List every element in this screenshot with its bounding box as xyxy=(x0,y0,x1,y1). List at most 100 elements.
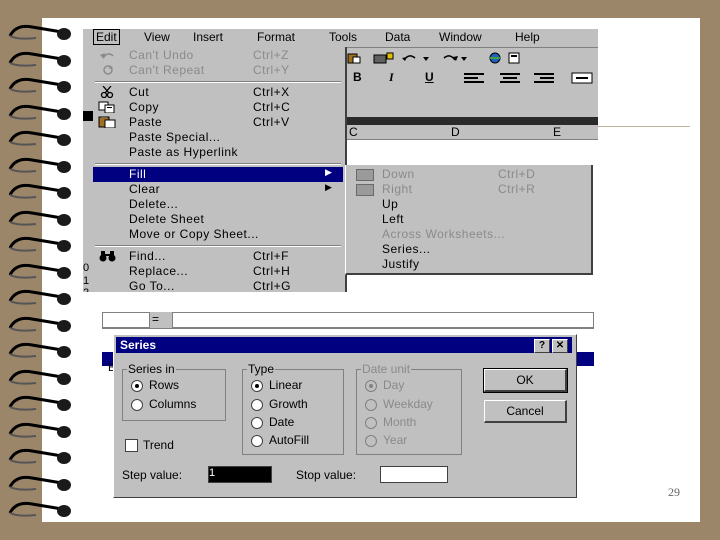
menu-item-delete[interactable]: Delete... xyxy=(93,197,343,212)
radio-label: AutoFill xyxy=(269,433,310,447)
copy-icon xyxy=(98,101,115,113)
formula-input[interactable] xyxy=(172,312,594,328)
binding-ring xyxy=(8,236,71,252)
paste-icon[interactable] xyxy=(347,52,361,64)
menu-item-label: Across Worksheets... xyxy=(382,227,506,241)
merge-center-icon[interactable] xyxy=(571,72,593,84)
cancel-button[interactable]: Cancel xyxy=(484,400,567,423)
menu-item-cut[interactable]: Cut Ctrl+X xyxy=(93,85,343,100)
radio-dot xyxy=(251,417,263,429)
standard-toolbar xyxy=(345,48,598,68)
group-label: Date unit xyxy=(361,362,412,376)
menu-item-fill[interactable]: Fill ▶ xyxy=(93,167,343,182)
hyperlink-icon[interactable] xyxy=(487,52,503,64)
excel-edit-menu-screenshot: Edit View Insert Format Tools Data Windo… xyxy=(83,29,598,292)
name-box[interactable] xyxy=(102,312,150,328)
menu-item-undo[interactable]: Can't Undo Ctrl+Z xyxy=(93,48,343,63)
binding-ring xyxy=(8,130,71,146)
menu-help[interactable]: Help xyxy=(515,30,540,44)
menu-insert[interactable]: Insert xyxy=(193,30,223,44)
menu-item-label: Justify xyxy=(382,257,420,271)
binding-ring xyxy=(8,448,71,464)
menu-item-move-copy-sheet[interactable]: Move or Copy Sheet... xyxy=(93,227,343,242)
submenu-item-up[interactable]: Up xyxy=(346,197,590,212)
formatting-toolbar: B I U xyxy=(345,68,598,88)
menu-edit[interactable]: Edit xyxy=(93,29,120,45)
format-painter-icon[interactable] xyxy=(373,52,395,64)
submenu-item-down[interactable]: Down Ctrl+D xyxy=(346,167,590,182)
close-button[interactable]: ✕ xyxy=(552,339,568,353)
column-header-d[interactable]: D xyxy=(451,125,460,139)
ok-button[interactable]: OK xyxy=(483,368,568,393)
radio-dot xyxy=(131,399,143,411)
menu-view[interactable]: View xyxy=(144,30,170,44)
column-header-e[interactable]: E xyxy=(553,125,561,139)
undo-icon[interactable] xyxy=(401,52,431,64)
binding-ring xyxy=(8,51,71,67)
bold-button[interactable]: B xyxy=(353,70,362,84)
submenu-item-across-worksheets[interactable]: Across Worksheets... xyxy=(346,227,590,242)
binding-ring xyxy=(8,263,71,279)
binding-ring xyxy=(8,316,71,332)
binding-ring xyxy=(8,157,71,173)
menu-item-shortcut: Ctrl+R xyxy=(498,182,536,196)
menu-format[interactable]: Format xyxy=(257,30,295,44)
menubar: Edit View Insert Format Tools Data Windo… xyxy=(83,29,598,48)
menu-tools[interactable]: Tools xyxy=(329,30,357,44)
binding-ring xyxy=(8,475,71,491)
menu-item-shortcut: Ctrl+X xyxy=(253,85,290,99)
menu-item-label: Go To... xyxy=(129,279,175,292)
trend-checkbox[interactable] xyxy=(125,439,138,452)
submenu-item-justify[interactable]: Justify xyxy=(346,257,590,272)
menu-item-paste-special[interactable]: Paste Special... xyxy=(93,130,343,145)
menu-data[interactable]: Data xyxy=(385,30,410,44)
submenu-item-series[interactable]: Series... xyxy=(346,242,590,257)
radio-label: Growth xyxy=(269,397,308,411)
binding-ring xyxy=(8,342,71,358)
align-left-icon[interactable] xyxy=(463,72,485,84)
menu-item-paste-hyperlink[interactable]: Paste as Hyperlink xyxy=(93,145,343,160)
menu-separator xyxy=(95,81,341,83)
row-label: 2 xyxy=(83,287,89,292)
menu-item-copy[interactable]: Copy Ctrl+C xyxy=(93,100,343,115)
italic-button[interactable]: I xyxy=(389,70,394,85)
submenu-item-right[interactable]: Right Ctrl+R xyxy=(346,182,590,197)
menu-item-label: Delete Sheet xyxy=(129,212,205,226)
align-right-icon[interactable] xyxy=(533,72,555,84)
align-center-icon[interactable] xyxy=(499,72,521,84)
menu-item-replace[interactable]: Replace... Ctrl+H xyxy=(93,264,343,279)
date-unit-group: Date unit Day Weekday Month Year xyxy=(356,362,462,455)
menu-item-shortcut: Ctrl+D xyxy=(498,167,536,181)
trend-label: Trend xyxy=(143,438,174,452)
menu-item-find[interactable]: Find... Ctrl+F xyxy=(93,249,343,264)
menu-window[interactable]: Window xyxy=(439,30,482,44)
step-value-label: Step value: xyxy=(122,468,183,482)
redo-icon[interactable] xyxy=(441,52,471,64)
column-header-c[interactable]: C xyxy=(349,125,358,139)
menu-item-label: Clear xyxy=(129,182,161,196)
menu-item-delete-sheet[interactable]: Delete Sheet xyxy=(93,212,343,227)
sort-icon[interactable] xyxy=(507,52,521,64)
radio-dot xyxy=(131,380,143,392)
stop-value-input[interactable] xyxy=(380,466,448,483)
submenu-item-left[interactable]: Left xyxy=(346,212,590,227)
radio-dot xyxy=(365,417,377,429)
dialog-title: Series xyxy=(120,338,157,352)
binding-ring xyxy=(8,77,71,93)
help-button[interactable]: ? xyxy=(534,339,550,353)
repeat-icon xyxy=(103,65,113,75)
menu-item-clear[interactable]: Clear ▶ xyxy=(93,182,343,197)
underline-button[interactable]: U xyxy=(425,70,434,84)
edit-menu: Can't Undo Ctrl+Z Can't Repeat Ctrl+Y Cu… xyxy=(93,47,347,292)
menu-item-paste[interactable]: Paste Ctrl+V xyxy=(93,115,343,130)
column-headers: C D E xyxy=(345,125,598,140)
page-number: 29 xyxy=(668,485,680,499)
menu-item-shortcut: Ctrl+C xyxy=(253,100,291,114)
step-value-input[interactable]: 1 xyxy=(208,466,272,483)
submenu-arrow-icon: ▶ xyxy=(325,167,333,177)
menu-item-label: Paste as Hyperlink xyxy=(129,145,239,159)
radio-label: Year xyxy=(383,433,408,447)
menu-item-goto[interactable]: Go To... Ctrl+G xyxy=(93,279,343,292)
menu-item-repeat[interactable]: Can't Repeat Ctrl+Y xyxy=(93,63,343,78)
menu-item-shortcut: Ctrl+G xyxy=(253,279,292,292)
